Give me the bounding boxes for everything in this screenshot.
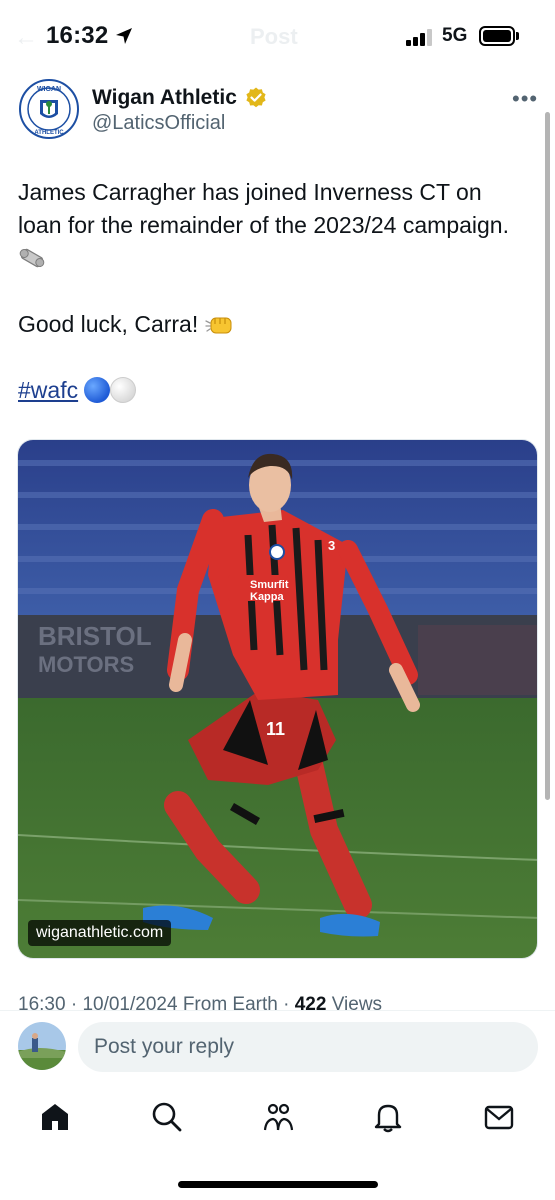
- tweet-paragraph-3: #wafc: [18, 374, 518, 407]
- tweet-text: James Carragher has joined Inverness CT …: [18, 176, 518, 440]
- author-handle[interactable]: @LaticsOfficial: [92, 112, 225, 135]
- fist-bump-emoji-icon: [204, 317, 232, 334]
- mail-icon[interactable]: [482, 1100, 516, 1134]
- more-options-icon[interactable]: •••: [512, 86, 538, 112]
- scroll-emoji-icon: [19, 248, 45, 268]
- sleeve-number: 3: [328, 538, 335, 553]
- tweet-paragraph: James Carragher has joined Inverness CT …: [18, 176, 518, 275]
- tweet-line-1: James Carragher has joined Inverness CT …: [18, 179, 509, 238]
- photo-watermark: wiganathletic.com: [28, 920, 172, 946]
- blue-circle-emoji-icon: [84, 377, 111, 403]
- sponsor-line-1: Smurfit: [250, 579, 289, 591]
- status-time: 16:32: [46, 22, 109, 49]
- verified-badge-icon[interactable]: [244, 86, 268, 110]
- svg-text:ATHLETIC: ATHLETIC: [34, 130, 64, 136]
- reply-input[interactable]: [78, 1022, 538, 1072]
- bell-icon[interactable]: [371, 1100, 405, 1134]
- avatar[interactable]: WIGAN ATHLETIC: [18, 78, 80, 140]
- svg-text:WIGAN: WIGAN: [37, 86, 61, 93]
- home-icon[interactable]: [38, 1100, 72, 1134]
- author-name[interactable]: Wigan Athletic: [92, 86, 237, 110]
- signal-icon: [406, 28, 434, 46]
- hashtag-link[interactable]: #wafc: [18, 377, 78, 403]
- white-circle-emoji-icon: [110, 377, 137, 403]
- search-icon[interactable]: [150, 1100, 184, 1134]
- board-text-2: MOTORS: [38, 652, 134, 677]
- network-type: 5G: [442, 25, 468, 46]
- tweet-photo[interactable]: BRISTOL MOTORS 11 Smurfit Kappa 3: [17, 439, 538, 959]
- wigan-crest-icon: WIGAN ATHLETIC: [18, 78, 80, 140]
- tweet-line-2: Good luck, Carra!: [18, 311, 199, 337]
- player-photo: BRISTOL MOTORS 11 Smurfit Kappa 3: [18, 440, 537, 958]
- shirt-number: 11: [266, 719, 285, 739]
- user-avatar-image: [18, 1022, 66, 1070]
- user-avatar[interactable]: [18, 1022, 66, 1070]
- ghost-page-title: Post: [250, 24, 298, 49]
- back-arrow-icon: ←: [14, 24, 38, 51]
- battery-cap: [516, 32, 519, 40]
- communities-icon[interactable]: [261, 1100, 295, 1134]
- home-indicator[interactable]: [178, 1181, 378, 1188]
- battery-icon: [479, 26, 515, 46]
- tweet-paragraph-2: Good luck, Carra!: [18, 308, 518, 341]
- sponsor-line-2: Kappa: [250, 591, 285, 603]
- scrollbar[interactable]: [545, 112, 550, 800]
- status-bar: ← Post 16:32 5G: [0, 0, 555, 72]
- location-arrow-icon: [116, 28, 132, 44]
- board-text: BRISTOL: [38, 621, 152, 651]
